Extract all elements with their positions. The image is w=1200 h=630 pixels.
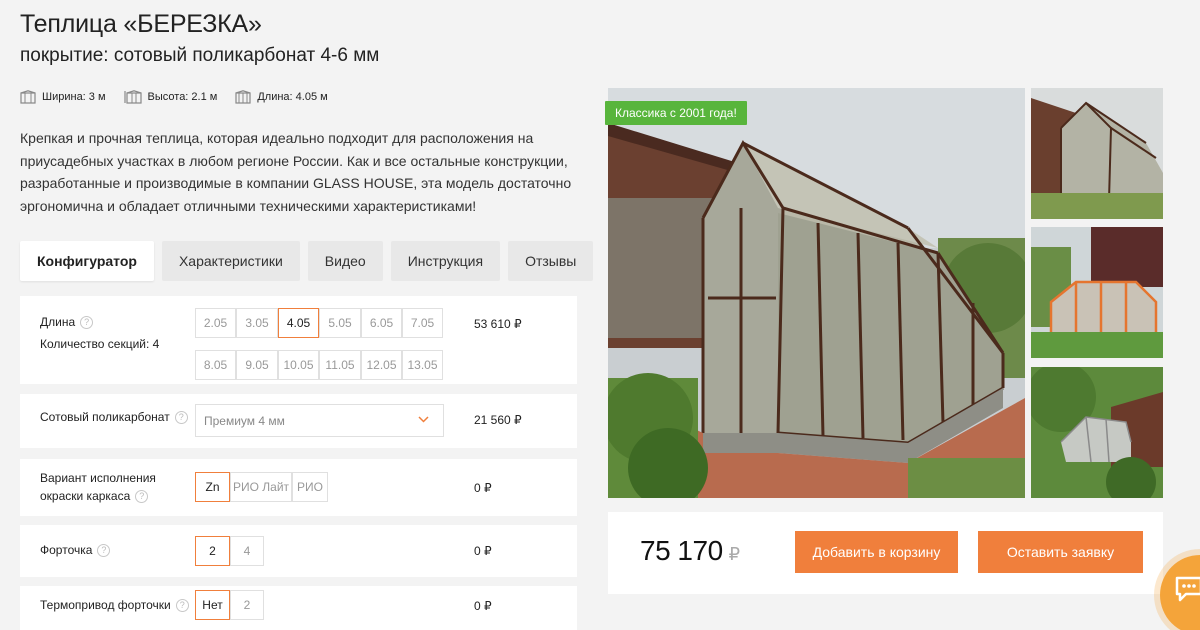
gallery-badge: Классика с 2001 года! xyxy=(605,101,747,125)
length-icon xyxy=(235,90,251,104)
thumbnail-photo xyxy=(1031,227,1163,358)
greenhouse-photo xyxy=(608,88,1025,498)
sections-count: Количество секций: 4 xyxy=(40,337,160,351)
dimensions-list: Ширина: 3 м Высота: 2.1 м Длина: 4.05 м xyxy=(20,90,328,104)
thumbnail-photo xyxy=(1031,88,1163,219)
product-description: Крепкая и прочная теплица, которая идеал… xyxy=(20,130,572,214)
help-icon[interactable]: ? xyxy=(80,316,94,330)
length-option[interactable]: 7.05 xyxy=(402,308,443,338)
tab-characteristics[interactable]: Характеристики xyxy=(161,241,300,281)
config-row-paint: Вариант исполнения окраски каркаса? Zn Р… xyxy=(20,459,577,516)
dimension-length: Длина: 4.05 м xyxy=(235,90,328,104)
length-option[interactable]: 13.05 xyxy=(402,350,443,380)
help-icon[interactable]: ? xyxy=(174,411,188,425)
paint-option[interactable]: РИО Лайт xyxy=(230,472,292,502)
thermo-label: Термопривод форточки? xyxy=(40,596,189,614)
vent-label-text: Форточка xyxy=(40,543,93,557)
length-option[interactable]: 5.05 xyxy=(319,308,361,338)
thermo-label-text: Термопривод форточки xyxy=(40,598,171,612)
dimension-width: Ширина: 3 м xyxy=(20,90,106,104)
paint-label: Вариант исполнения окраски каркаса? xyxy=(40,469,156,505)
length-option[interactable]: 9.05 xyxy=(236,350,278,380)
width-icon xyxy=(20,90,36,104)
config-row-thermo: Термопривод форточки? Нет 2 0 ₽ xyxy=(20,586,577,630)
gallery-thumbnail[interactable] xyxy=(1031,88,1163,219)
length-option-selected[interactable]: 4.05 xyxy=(278,308,319,338)
vent-option-selected[interactable]: 2 xyxy=(195,536,230,566)
length-price: 53 610 ₽ xyxy=(474,317,522,331)
chevron-down-icon xyxy=(418,416,429,423)
polycarbonate-price: 21 560 ₽ xyxy=(474,413,522,427)
dimension-height: Высота: 2.1 м xyxy=(123,90,218,104)
length-option[interactable]: 2.05 xyxy=(195,308,236,338)
gallery-thumbnail[interactable] xyxy=(1031,227,1163,358)
tab-bar: Конфигуратор Характеристики Видео Инстру… xyxy=(20,241,594,281)
polycarbonate-label: Сотовый поликарбонат? xyxy=(40,408,188,426)
length-option[interactable]: 8.05 xyxy=(195,350,236,380)
add-to-cart-button[interactable]: Добавить в корзину xyxy=(795,531,958,573)
vent-price: 0 ₽ xyxy=(474,544,492,558)
request-button[interactable]: Оставить заявку xyxy=(978,531,1143,573)
tab-video[interactable]: Видео xyxy=(307,241,383,281)
length-option[interactable]: 10.05 xyxy=(278,350,319,380)
paint-price: 0 ₽ xyxy=(474,481,492,495)
tab-reviews[interactable]: Отзывы xyxy=(508,241,594,281)
paint-option[interactable]: РИО xyxy=(292,472,328,502)
length-option[interactable]: 11.05 xyxy=(319,350,361,380)
total-price-value: 75 170 xyxy=(640,535,723,566)
help-icon[interactable]: ? xyxy=(97,544,111,558)
config-row-polycarbonate: Сотовый поликарбонат? Премиум 4 мм 21 56… xyxy=(20,394,577,448)
paint-label-line2: окраски каркаса xyxy=(40,489,131,503)
help-icon[interactable]: ? xyxy=(175,599,189,613)
gallery-main-image[interactable] xyxy=(608,88,1025,498)
dimension-width-text: Ширина: 3 м xyxy=(42,91,106,103)
polycarbonate-label-text: Сотовый поликарбонат xyxy=(40,410,170,424)
tab-instruction[interactable]: Инструкция xyxy=(390,241,501,281)
polycarbonate-select-value: Премиум 4 мм xyxy=(204,413,285,428)
chat-widget-button[interactable] xyxy=(1160,555,1200,630)
page-subtitle: покрытие: сотовый поликарбонат 4-6 мм xyxy=(20,45,380,66)
config-row-length: Длина? Количество секций: 4 2.05 3.05 4.… xyxy=(20,296,577,384)
dimension-height-text: Высота: 2.1 м xyxy=(147,91,218,103)
total-price-currency: ₽ xyxy=(728,544,740,564)
help-icon[interactable]: ? xyxy=(135,490,149,504)
thumbnail-photo xyxy=(1031,367,1163,498)
gallery-thumbnail[interactable] xyxy=(1031,367,1163,498)
vent-option[interactable]: 4 xyxy=(230,536,264,566)
paint-option-selected[interactable]: Zn xyxy=(195,472,230,502)
length-label-text: Длина xyxy=(40,315,76,329)
config-row-vent: Форточка? 2 4 0 ₽ xyxy=(20,525,577,577)
thermo-price: 0 ₽ xyxy=(474,599,492,613)
total-price: 75 170 ₽ xyxy=(640,535,740,567)
polycarbonate-select[interactable]: Премиум 4 мм xyxy=(195,404,444,437)
height-icon xyxy=(123,90,142,104)
page-title: Теплица «БЕРЕЗКА» xyxy=(20,10,262,38)
chat-icon xyxy=(1175,576,1200,602)
length-option[interactable]: 3.05 xyxy=(236,308,278,338)
vent-label: Форточка? xyxy=(40,541,111,559)
length-label: Длина? xyxy=(40,313,94,331)
tab-configurator[interactable]: Конфигуратор xyxy=(20,241,154,281)
thermo-option[interactable]: 2 xyxy=(230,590,264,620)
dimension-length-text: Длина: 4.05 м xyxy=(257,91,328,103)
length-option[interactable]: 6.05 xyxy=(361,308,402,338)
paint-label-line1: Вариант исполнения xyxy=(40,471,156,485)
buy-box: 75 170 ₽ Добавить в корзину Оставить заяв… xyxy=(608,512,1163,594)
thermo-option-selected[interactable]: Нет xyxy=(195,590,230,620)
length-option[interactable]: 12.05 xyxy=(361,350,402,380)
